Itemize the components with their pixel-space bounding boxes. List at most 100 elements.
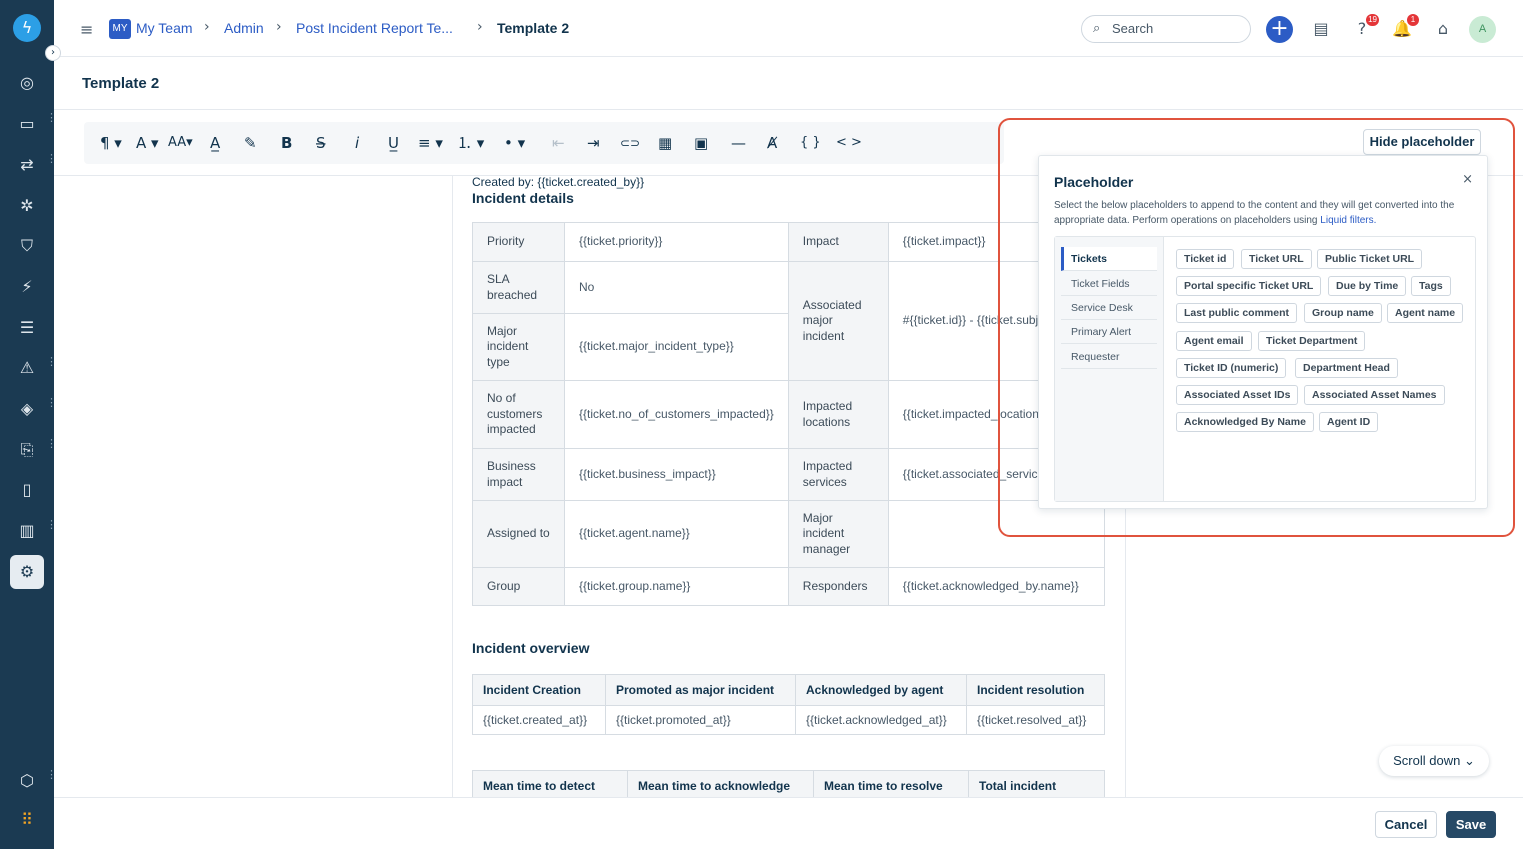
- more-dots-icon[interactable]: ⋮: [46, 112, 57, 124]
- table-cell[interactable]: {{ticket.agent.name}}: [564, 500, 789, 568]
- rich-text-toolbar: ¶ ▾ A ▾ AA▾ A̲ ✎ B S̶ i U̲ ≡ ▾ ⒈ ▾ • ▾ ⇤…: [84, 122, 1004, 164]
- problems-bug-icon[interactable]: ✲: [13, 192, 41, 220]
- table-cell[interactable]: {{ticket.business_impact}}: [564, 448, 789, 501]
- table-cell[interactable]: {{ticket.no_of_customers_impacted}}: [564, 380, 789, 449]
- more-dots-icon[interactable]: ⋮: [46, 438, 57, 450]
- admin-gear-icon[interactable]: ⚙: [10, 555, 44, 589]
- table-cell[interactable]: Major incident type: [472, 313, 565, 381]
- highlight-button[interactable]: ✎: [244, 133, 257, 153]
- more-dots-icon[interactable]: ⋮: [46, 397, 57, 409]
- ordered-list-button[interactable]: ⒈ ▾: [457, 133, 484, 153]
- help-icon[interactable]: ? 19: [1351, 14, 1379, 40]
- table-button[interactable]: ▦: [658, 133, 672, 153]
- bold-button[interactable]: B: [281, 133, 292, 153]
- tickets-icon[interactable]: ▭: [13, 110, 41, 138]
- releases-shield-icon[interactable]: ⛉: [13, 232, 41, 260]
- link-button[interactable]: ⊂⊃: [620, 133, 640, 153]
- table-cell[interactable]: No of customers impacted: [472, 380, 565, 449]
- table-cell[interactable]: {{ticket.group.name}}: [564, 567, 789, 606]
- table-cell[interactable]: {{ticket.promoted_at}}: [605, 705, 796, 735]
- table-header[interactable]: Incident Creation: [472, 674, 606, 706]
- contacts-icon[interactable]: ▤: [1310, 18, 1332, 40]
- notifications-bell-icon[interactable]: 🔔 1: [1391, 14, 1419, 40]
- table-header[interactable]: Promoted as major incident: [605, 674, 796, 706]
- table-cell[interactable]: Business impact: [472, 448, 565, 501]
- table-cell[interactable]: Associated major incident: [787, 261, 889, 381]
- page-title: Template 2: [82, 75, 160, 92]
- dashboard-icon[interactable]: ◎: [13, 69, 41, 97]
- contracts-icon[interactable]: ⎘: [13, 436, 41, 464]
- breadcrumb-post-incident-report[interactable]: Post Incident Report Te...: [296, 20, 453, 36]
- image-button[interactable]: ▣: [694, 133, 708, 153]
- table-cell[interactable]: Major incident manager: [787, 500, 889, 568]
- warning-icon[interactable]: ⚠: [13, 354, 41, 382]
- underline-button[interactable]: U̲: [388, 133, 399, 153]
- table-cell[interactable]: {{ticket.acknowledged_at}}: [795, 705, 967, 735]
- more-dots-icon[interactable]: ⋮: [46, 356, 57, 368]
- table-cell[interactable]: No: [564, 261, 789, 314]
- paragraph-format-button[interactable]: ¶ ▾: [100, 133, 122, 153]
- created-by-line[interactable]: Created by: {{ticket.created_by}}: [472, 175, 644, 189]
- table-cell[interactable]: Impact: [787, 222, 889, 262]
- outdent-button[interactable]: ⇤: [552, 133, 565, 153]
- source-code-button[interactable]: < >: [836, 133, 862, 153]
- table-header[interactable]: Acknowledged by agent: [795, 674, 967, 706]
- breadcrumb-admin[interactable]: Admin: [224, 20, 264, 36]
- table-cell[interactable]: Assigned to: [472, 500, 565, 568]
- table-cell[interactable]: Responders: [787, 567, 889, 606]
- cube-icon[interactable]: ⬡: [13, 767, 41, 795]
- avatar[interactable]: A: [1469, 16, 1496, 43]
- text-color-button[interactable]: A̲: [210, 133, 220, 153]
- apps-grid-icon[interactable]: ⠿: [13, 806, 41, 834]
- strikethrough-button[interactable]: S̶: [316, 133, 326, 153]
- save-button[interactable]: Save: [1446, 811, 1496, 838]
- indent-button[interactable]: ⇥: [587, 133, 600, 153]
- help-glyph: ?: [1357, 19, 1367, 38]
- incident-overview-table[interactable]: Incident Creation Promoted as major inci…: [472, 674, 1105, 735]
- table-cell[interactable]: SLA breached: [472, 261, 565, 314]
- logo-icon[interactable]: ϟ: [13, 14, 41, 42]
- horizontal-rule-button[interactable]: —: [731, 133, 746, 153]
- alerts-icon[interactable]: ⚡: [13, 273, 41, 301]
- unordered-list-button[interactable]: • ▾: [504, 133, 525, 153]
- table-cell[interactable]: {{ticket.resolved_at}}: [966, 705, 1105, 735]
- breadcrumb-my-team[interactable]: My Team: [136, 20, 193, 36]
- cancel-button[interactable]: Cancel: [1375, 811, 1437, 838]
- table-cell[interactable]: Group: [472, 567, 565, 606]
- more-dots-icon[interactable]: ⋮: [46, 519, 57, 531]
- align-button[interactable]: ≡ ▾: [418, 133, 443, 153]
- table-cell[interactable]: Impacted services: [787, 448, 889, 501]
- new-item-plus-button[interactable]: +: [1266, 16, 1293, 43]
- more-dots-icon[interactable]: ⋮: [46, 769, 57, 781]
- table-cell[interactable]: {{ticket.major_incident_type}}: [564, 313, 789, 381]
- solutions-book-icon[interactable]: ▯: [13, 476, 41, 504]
- scroll-down-button[interactable]: Scroll down ⌄: [1379, 746, 1489, 776]
- table-cell[interactable]: Priority: [472, 222, 565, 262]
- italic-button[interactable]: i: [355, 133, 359, 153]
- clear-format-button[interactable]: Ⱥ: [767, 133, 777, 153]
- table-cell[interactable]: {{ticket.acknowledged_by.name}}: [887, 567, 1106, 606]
- table-header[interactable]: Incident resolution: [966, 674, 1105, 706]
- search-input[interactable]: ⌕ Search: [1081, 15, 1251, 43]
- font-size-button[interactable]: AA▾: [168, 133, 193, 153]
- assets-layers-icon[interactable]: ◈: [13, 395, 41, 423]
- incident-details-heading[interactable]: Incident details: [472, 190, 574, 206]
- table-cell[interactable]: Impacted locations: [787, 380, 889, 449]
- table-cell[interactable]: {{ticket.priority}}: [564, 222, 789, 262]
- incident-overview-heading[interactable]: Incident overview: [472, 640, 589, 656]
- changes-icon[interactable]: ⇄: [13, 151, 41, 179]
- expand-nav-icon[interactable]: ›: [45, 45, 61, 61]
- table-cell[interactable]: {{ticket.created_at}}: [472, 705, 606, 735]
- table-header[interactable]: Mean time to acknowledge: [627, 770, 814, 800]
- more-dots-icon[interactable]: ⋮: [46, 153, 57, 165]
- menu-icon[interactable]: ≡: [80, 20, 93, 39]
- table-header[interactable]: Mean time to detect: [472, 770, 628, 800]
- code-block-button[interactable]: { }: [800, 133, 821, 153]
- reports-icon[interactable]: ▥: [13, 517, 41, 545]
- metrics-table[interactable]: Mean time to detect Mean time to acknowl…: [472, 770, 1105, 800]
- tasks-list-icon[interactable]: ☰: [13, 314, 41, 342]
- table-header[interactable]: Mean time to resolve: [813, 770, 969, 800]
- marketplace-store-icon[interactable]: ⌂: [1432, 18, 1454, 40]
- table-header[interactable]: Total incident: [968, 770, 1105, 800]
- font-family-button[interactable]: A ▾: [136, 133, 159, 153]
